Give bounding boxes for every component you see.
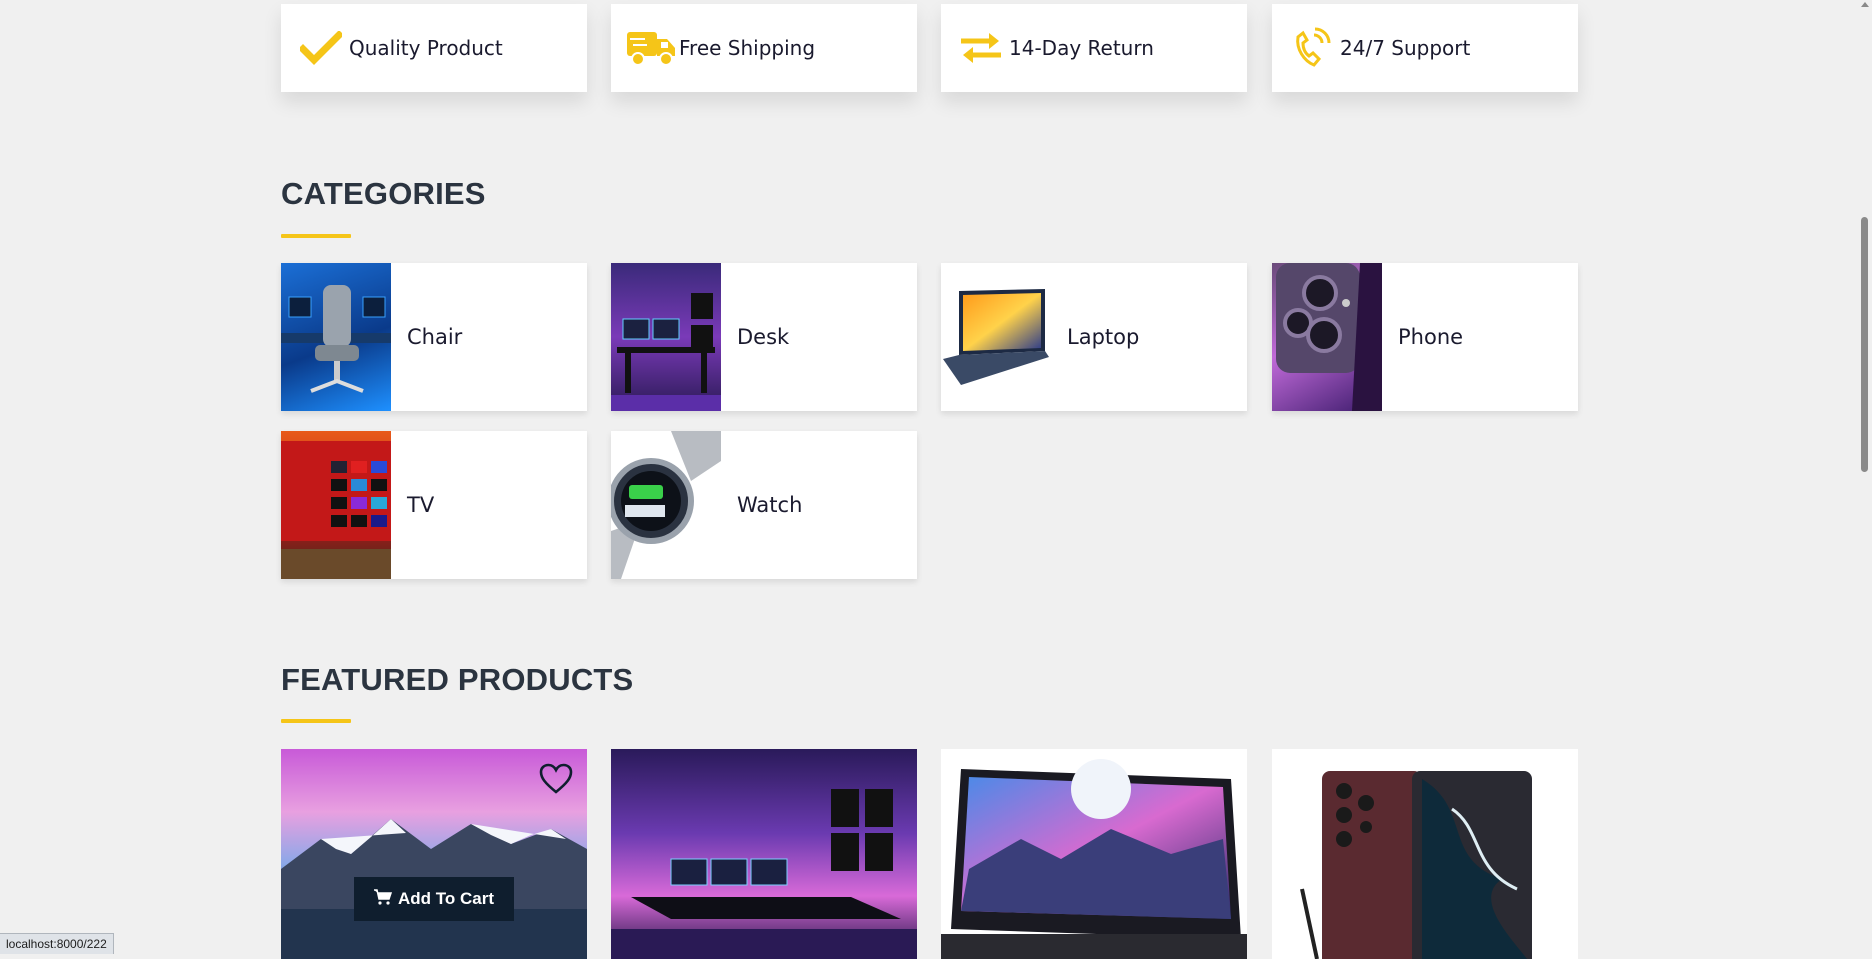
product-image-laptop [941, 749, 1247, 959]
category-card-chair[interactable]: Chair [281, 263, 587, 411]
product-image-desk [611, 749, 917, 959]
scroll-up-arrow-icon[interactable] [1861, 2, 1869, 7]
category-name: TV [407, 493, 435, 517]
feature-quality: Quality Product [281, 4, 587, 92]
feature-support: 24/7 Support [1272, 4, 1578, 92]
feature-label: 14-Day Return [1009, 36, 1154, 60]
watch-thumbnail [611, 431, 721, 579]
product-card[interactable] [1272, 749, 1578, 959]
feature-label: Quality Product [349, 36, 503, 60]
phone-ringing-icon [1286, 26, 1338, 70]
chair-thumbnail [281, 263, 391, 411]
laptop-thumbnail [941, 263, 1051, 411]
product-card[interactable] [941, 749, 1247, 959]
phone-thumbnail [1272, 263, 1382, 411]
category-name: Watch [737, 493, 803, 517]
feature-return: 14-Day Return [941, 4, 1247, 92]
category-name: Phone [1398, 325, 1464, 349]
featured-heading-underline [281, 719, 351, 723]
add-to-cart-button[interactable]: Add To Cart [354, 877, 514, 921]
product-image-phone [1272, 749, 1578, 959]
browser-status-bar: localhost:8000/222 [0, 933, 114, 954]
featured-heading: FEATURED PRODUCTS [281, 662, 634, 697]
category-card-watch[interactable]: Watch [611, 431, 917, 579]
truck-icon [625, 26, 677, 70]
product-card[interactable]: Add To Cart [281, 749, 587, 959]
feature-label: Free Shipping [679, 36, 816, 60]
features-strip: Quality Product Free Shipping 14-Day Ret… [281, 4, 1578, 92]
status-url: localhost:8000/222 [6, 937, 107, 951]
category-name: Chair [407, 325, 463, 349]
cart-icon [373, 888, 393, 910]
category-name: Laptop [1067, 325, 1140, 349]
exchange-icon [955, 26, 1007, 70]
feature-shipping: Free Shipping [611, 4, 917, 92]
page-scrollbar[interactable] [1858, 0, 1872, 954]
wishlist-heart-icon[interactable] [539, 763, 573, 795]
scrollbar-thumb[interactable] [1861, 217, 1868, 472]
tv-thumbnail [281, 431, 391, 579]
feature-label: 24/7 Support [1340, 36, 1471, 60]
categories-heading-underline [281, 234, 351, 238]
category-name: Desk [737, 325, 790, 349]
category-card-desk[interactable]: Desk [611, 263, 917, 411]
category-card-tv[interactable]: TV [281, 431, 587, 579]
categories-heading: CATEGORIES [281, 176, 486, 211]
add-to-cart-label: Add To Cart [397, 889, 494, 908]
category-card-phone[interactable]: Phone [1272, 263, 1578, 411]
category-card-laptop[interactable]: Laptop [941, 263, 1247, 411]
product-card[interactable] [611, 749, 917, 959]
desk-thumbnail [611, 263, 721, 411]
check-icon [295, 26, 347, 70]
